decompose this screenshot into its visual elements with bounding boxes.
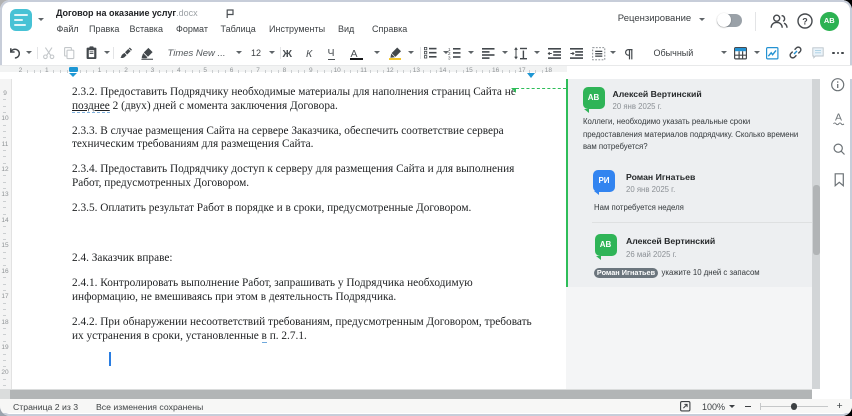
svg-text:А: А <box>834 112 841 124</box>
svg-text:3: 3 <box>448 55 451 60</box>
svg-text:?: ? <box>802 16 808 26</box>
